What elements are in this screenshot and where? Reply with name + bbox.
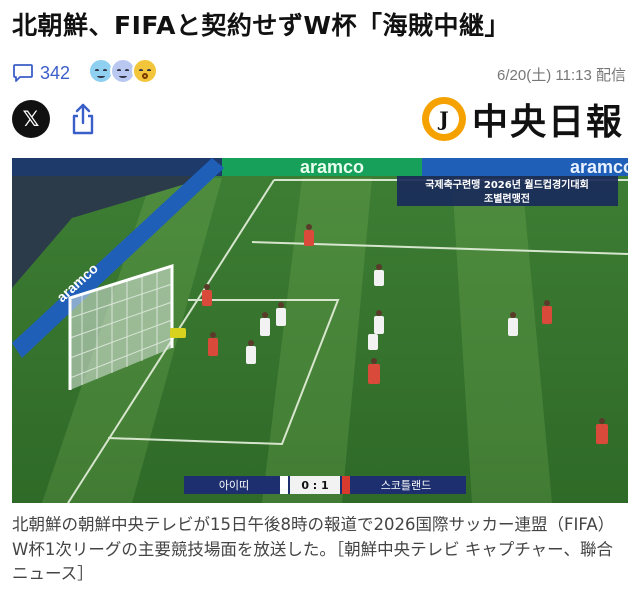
photo-caption: 北朝鮮の朝鮮中央テレビが15日午後8時の報道で2026国際サッカー連盟（FIFA… xyxy=(12,515,615,583)
share-row: 𝕏 J 中央日報 xyxy=(12,97,628,143)
reaction-summary[interactable] xyxy=(88,58,158,86)
share-x-button[interactable]: 𝕏 xyxy=(12,100,50,138)
surprised-face-icon xyxy=(132,58,158,84)
article-headline: 北朝鮮、FIFAと契約せずW杯「海賊中継」 xyxy=(12,11,511,40)
article-photo[interactable]: aramco aramco aramco 국제축구련맹 2026년 월드컵경기대… xyxy=(12,158,628,503)
soccer-broadcast-image: aramco aramco aramco 국제축구련맹 2026년 월드컵경기대… xyxy=(12,158,628,503)
share-button[interactable] xyxy=(68,102,98,136)
scoreboard: 아이띠 0 : 1 스코틀랜드 xyxy=(184,476,466,494)
publisher-name: 中央日報 xyxy=(471,101,624,143)
publish-date: 6/20(土) 11:13 配信 xyxy=(497,67,626,84)
share-icon xyxy=(72,103,94,135)
joongang-logo-icon: J xyxy=(421,97,466,141)
x-logo-icon: 𝕏 xyxy=(22,107,40,131)
article-meta: 342 6/20(土) 11:13 配信 xyxy=(12,58,628,88)
score-team-left: 아이띠 xyxy=(219,479,249,492)
broadcast-title: 국제축구련맹 2026년 월드컵경기대회 xyxy=(425,178,589,191)
comment-icon xyxy=(13,64,33,82)
score-team-right: 스코틀랜드 xyxy=(381,479,432,492)
publisher-logo[interactable]: J 中央日報 xyxy=(421,97,624,143)
score: 0 : 1 xyxy=(301,479,328,492)
goalkeeper xyxy=(170,328,186,338)
ad-board-right: aramco xyxy=(570,158,628,177)
ad-board-top: aramco xyxy=(300,158,364,177)
comment-count: 342 xyxy=(40,62,71,83)
comments-button[interactable]: 342 xyxy=(12,60,70,86)
broadcast-subtitle: 조별련맹전 xyxy=(484,192,530,205)
